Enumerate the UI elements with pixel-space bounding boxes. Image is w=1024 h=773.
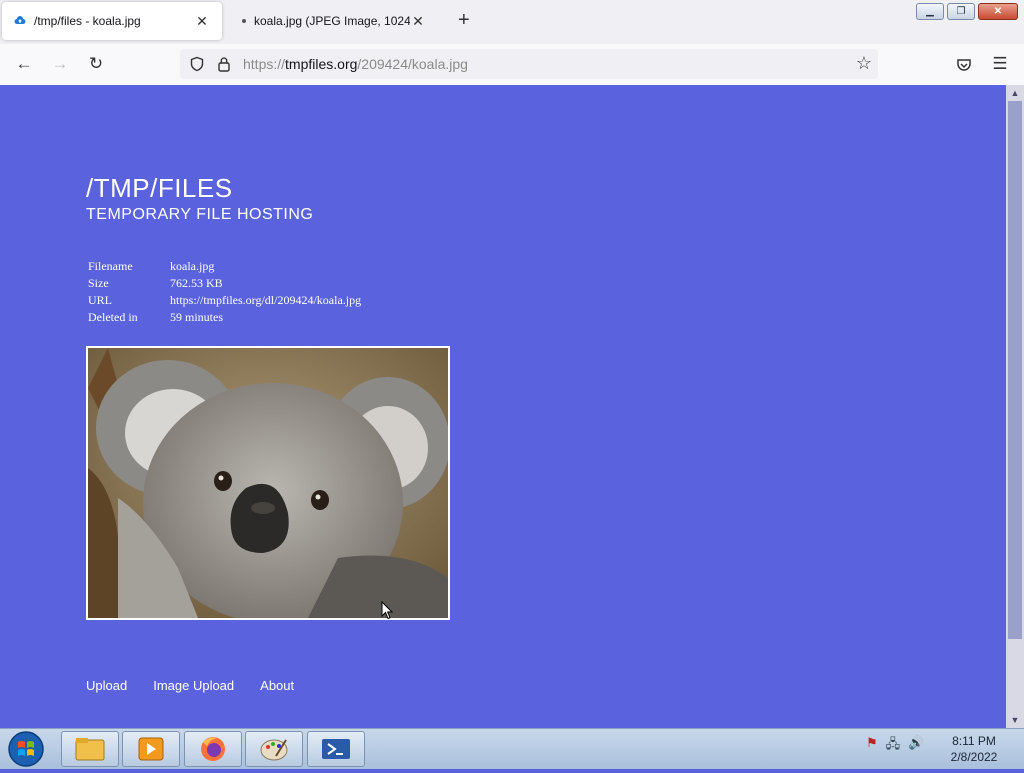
about-link[interactable]: About xyxy=(260,678,294,693)
size-value: 762.53 KB xyxy=(170,276,223,290)
file-info-table: Filename koala.jpg Size 762.53 KB URL ht… xyxy=(86,258,363,326)
media-player-icon xyxy=(138,737,164,761)
mouse-cursor-icon xyxy=(381,601,393,620)
system-tray: ⚑ 🖧 🔊 xyxy=(866,735,924,757)
deleted-in-value: 59 minutes xyxy=(170,310,223,324)
koala-photo[interactable] xyxy=(86,346,450,620)
powershell-icon xyxy=(322,739,350,759)
taskbar-media-player-button[interactable] xyxy=(122,731,180,767)
table-row: URL https://tmpfiles.org/dl/209424/koala… xyxy=(86,292,363,309)
close-tab-icon[interactable]: ✕ xyxy=(410,13,426,30)
scroll-down-icon[interactable]: ▼ xyxy=(1006,712,1024,728)
volume-icon[interactable]: 🔊 xyxy=(908,735,924,757)
tab-tmpfiles[interactable]: /tmp/files - koala.jpg ✕ xyxy=(2,2,222,40)
footer-links: Upload Image Upload About xyxy=(86,678,294,693)
taskbar-explorer-button[interactable] xyxy=(61,731,119,767)
taskbar-firefox-button[interactable] xyxy=(184,731,242,767)
clock-time: 8:11 PM xyxy=(952,734,996,748)
lock-icon[interactable] xyxy=(217,56,231,72)
menu-icon[interactable]: ☰ xyxy=(990,54,1010,74)
koala-image xyxy=(88,348,448,618)
site-subtitle: TEMPORARY FILE HOSTING xyxy=(86,206,314,223)
url-path: /209424/koala.jpg xyxy=(357,56,468,72)
folder-icon xyxy=(75,738,105,761)
filename-value: koala.jpg xyxy=(170,259,215,273)
table-row: Size 762.53 KB xyxy=(86,275,363,292)
paint-palette-icon xyxy=(260,739,288,761)
taskbar-paint-button[interactable] xyxy=(245,731,303,767)
window-controls: ▁ ❐ ✕ xyxy=(916,3,1018,20)
page-content: /TMP/FILES TEMPORARY FILE HOSTING Filena… xyxy=(0,85,1006,728)
close-tab-icon[interactable]: ✕ xyxy=(194,13,210,30)
taskbar-powershell-button[interactable] xyxy=(307,731,365,767)
bookmark-star-icon[interactable]: ☆ xyxy=(856,53,872,74)
site-title: /TMP/FILES xyxy=(86,173,233,203)
tab-bar: /tmp/files - koala.jpg ✕ koala.jpg (JPEG… xyxy=(0,0,1024,44)
tab-dot-icon xyxy=(242,19,246,23)
start-button[interactable] xyxy=(5,730,47,768)
tab-label: /tmp/files - koala.jpg xyxy=(34,14,141,28)
url-text[interactable]: https://tmpfiles.org/209424/koala.jpg xyxy=(243,56,468,72)
minimize-button[interactable]: ▁ xyxy=(916,3,944,20)
table-row: Deleted in 59 minutes xyxy=(86,309,363,326)
scroll-up-icon[interactable]: ▲ xyxy=(1006,85,1024,101)
tab-label: koala.jpg (JPEG Image, 1024 × 7 xyxy=(254,14,410,28)
clock-date: 2/8/2022 xyxy=(950,750,998,764)
reload-icon[interactable]: ↻ xyxy=(86,54,106,74)
back-arrow-icon[interactable]: ← xyxy=(14,54,34,74)
taskbar: ⚑ 🖧 🔊 8:11 PM 2/8/2022 xyxy=(0,728,1024,769)
restore-button[interactable]: ❐ xyxy=(947,3,975,20)
shield-icon[interactable] xyxy=(189,56,205,72)
filename-key: Filename xyxy=(88,259,133,273)
new-tab-icon[interactable]: + xyxy=(458,10,470,30)
firefox-icon xyxy=(201,737,225,761)
table-row: Filename koala.jpg xyxy=(86,258,363,275)
image-upload-link[interactable]: Image Upload xyxy=(153,678,234,693)
tab-koala-image[interactable]: koala.jpg (JPEG Image, 1024 × 7 ✕ xyxy=(228,2,440,40)
url-prefix: https:// xyxy=(243,56,286,72)
windows-logo-icon xyxy=(8,731,44,767)
scrollbar-thumb[interactable] xyxy=(1008,101,1022,639)
clock[interactable]: 8:11 PM 2/8/2022 xyxy=(944,733,1004,765)
close-window-button[interactable]: ✕ xyxy=(978,3,1018,20)
upload-link[interactable]: Upload xyxy=(86,678,127,693)
vertical-scrollbar[interactable]: ▲ ▼ xyxy=(1006,85,1024,728)
url-value[interactable]: https://tmpfiles.org/dl/209424/koala.jpg xyxy=(168,292,363,309)
url-host: tmpfiles.org xyxy=(285,56,358,72)
navigation-bar: ← → ↻ https://tmpfiles.org/209424/koala.… xyxy=(0,44,1024,86)
pocket-icon[interactable] xyxy=(956,57,972,73)
cloud-upload-icon xyxy=(14,16,26,24)
url-key: URL xyxy=(88,293,112,307)
deleted-in-key: Deleted in xyxy=(88,310,138,324)
size-key: Size xyxy=(88,276,109,290)
forward-arrow-icon[interactable]: → xyxy=(50,54,70,74)
action-center-flag-icon[interactable]: ⚑ xyxy=(866,735,878,757)
network-icon[interactable]: 🖧 xyxy=(886,735,901,757)
url-bar[interactable]: https://tmpfiles.org/209424/koala.jpg ☆ xyxy=(180,49,878,79)
